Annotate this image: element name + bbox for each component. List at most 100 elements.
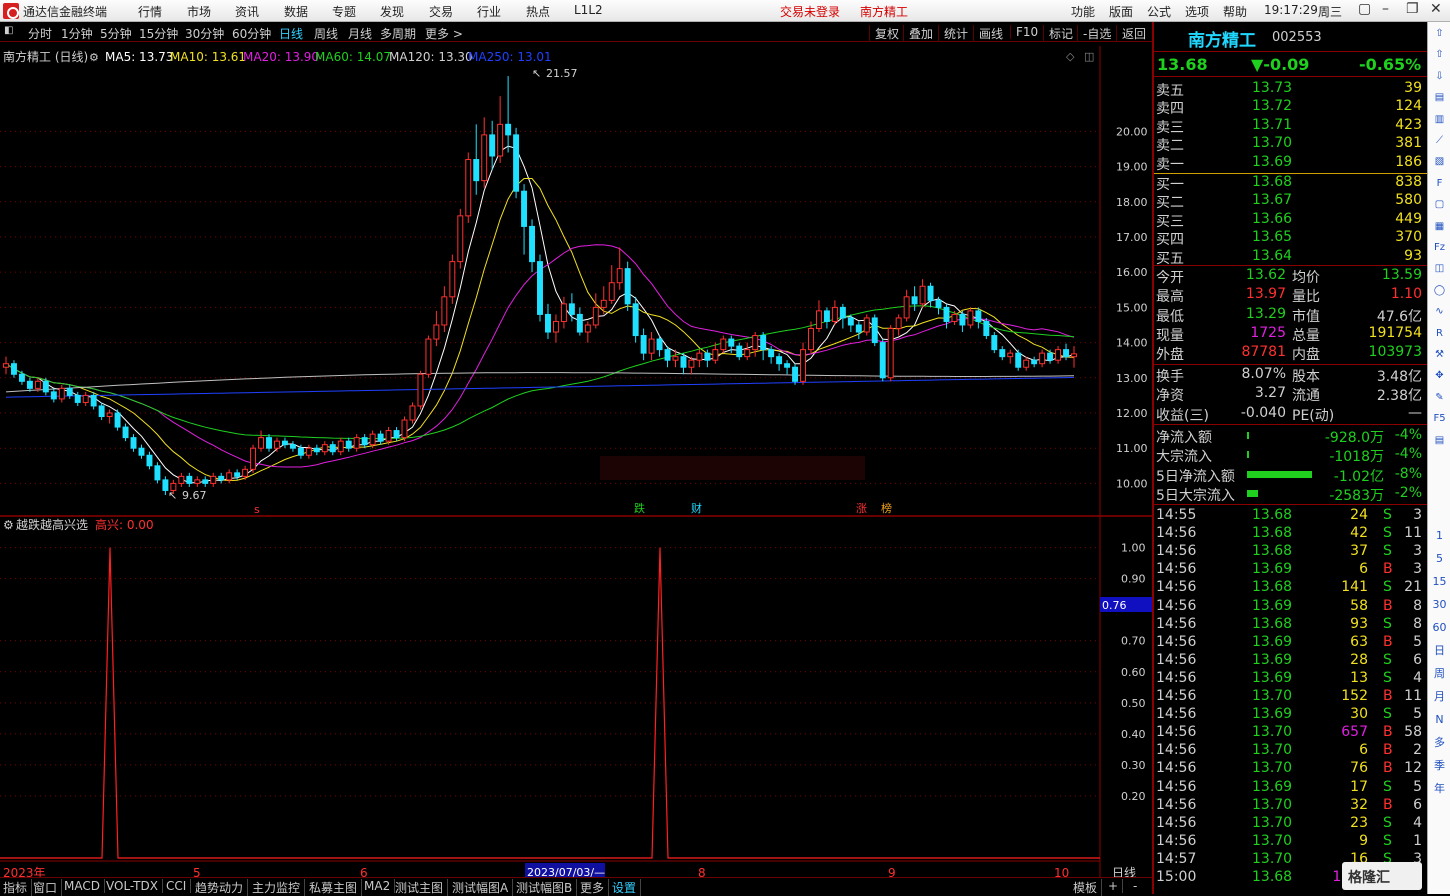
period-shortcut[interactable]: 30 (1432, 597, 1447, 612)
toolbar-button[interactable]: 画线 (973, 25, 1003, 42)
timeframe-tab[interactable]: 周线 (314, 25, 338, 42)
bottom-tab[interactable]: 测试幅图A (452, 879, 514, 896)
event-marker[interactable]: 涨 (856, 502, 867, 515)
pen-icon[interactable]: ✎ (1432, 390, 1447, 405)
bottom-tab[interactable]: 更多 (580, 879, 610, 896)
f10-icon[interactable]: F (1432, 176, 1447, 191)
move-icon[interactable]: ✥ (1432, 368, 1447, 383)
indicator-settings-icon[interactable]: ⚙ (3, 518, 14, 532)
orderbook-price[interactable]: 13.64 (1252, 248, 1292, 264)
compare-icon[interactable]: ▧ (1432, 154, 1447, 169)
login-status[interactable]: 交易未登录 (780, 3, 840, 20)
period-shortcut[interactable]: 多 (1432, 735, 1447, 750)
bottom-tab[interactable]: 窗口 (33, 879, 63, 896)
period-shortcut[interactable]: 月 (1432, 689, 1447, 704)
timeframe-tab[interactable]: 分时 (28, 25, 52, 42)
add-button[interactable]: + (1108, 879, 1124, 893)
event-marker[interactable]: 榜 (881, 501, 892, 515)
ma-icon[interactable]: ▤ (1432, 90, 1447, 105)
timeframe-tab[interactable]: 5分钟 (100, 25, 132, 42)
bottom-tab[interactable]: 趋势动力 (195, 879, 249, 896)
period-shortcut[interactable]: 15 (1432, 574, 1447, 589)
bottom-tab[interactable]: 主力监控 (252, 879, 306, 896)
menu-item[interactable]: 发现 (380, 3, 404, 20)
event-marker[interactable]: 跌 (634, 501, 645, 515)
menu-item-right[interactable]: 帮助 (1223, 3, 1247, 20)
list-icon[interactable]: ▤ (1432, 433, 1447, 448)
orderbook-price[interactable]: 13.71 (1252, 117, 1292, 133)
orderbook-price[interactable]: 13.72 (1252, 98, 1292, 114)
timeframe-tab-active[interactable]: 日线 (279, 25, 303, 42)
menu-item[interactable]: 专题 (332, 3, 356, 20)
toolbar-button[interactable]: -自选 (1077, 25, 1111, 42)
bottom-tab[interactable]: VOL-TDX (106, 879, 163, 893)
wave-icon[interactable]: ∿ (1432, 304, 1447, 319)
bottom-tab[interactable]: 指标 (3, 879, 33, 896)
circle-icon[interactable]: ◯ (1432, 283, 1447, 298)
template-button[interactable]: 模板 (1073, 879, 1103, 896)
period-shortcut[interactable]: 周 (1432, 666, 1447, 681)
toolbar-button[interactable]: F10 (1010, 25, 1038, 39)
bottom-tab[interactable]: 测试幅图B (516, 879, 578, 896)
info-icon[interactable]: ▢ (1432, 197, 1447, 212)
period-shortcut[interactable]: 年 (1432, 781, 1447, 796)
orderbook-price[interactable]: 13.66 (1252, 211, 1292, 227)
kline-chart[interactable]: 20.00 19.00 18.00 17.00 16.00 15.00 14.00 13.00… (0, 43, 1152, 883)
panel-icon[interactable]: ◫ (1432, 261, 1447, 276)
window-icon[interactable]: ▢ (1358, 1, 1371, 17)
toolbar-button[interactable]: 复权 (869, 25, 899, 42)
panel-toggle-icon[interactable]: ◧ (4, 25, 13, 36)
chart-diamond-icon[interactable]: ◇ (1066, 50, 1075, 63)
toolbar-button[interactable]: 返回 (1116, 25, 1146, 42)
period-shortcut[interactable]: 60 (1432, 620, 1447, 635)
bottom-tab[interactable]: 私募主图 (309, 879, 363, 896)
timeframe-tab[interactable]: 60分钟 (232, 25, 271, 42)
grid-icon[interactable]: ▥ (1432, 112, 1447, 127)
orderbook-price[interactable]: 13.69 (1252, 154, 1292, 170)
ma-settings-icon[interactable]: ⚙ (89, 51, 99, 64)
fiz-icon[interactable]: Fz (1432, 240, 1447, 255)
toolbar-button[interactable]: 叠加 (903, 25, 933, 42)
timeframe-tab[interactable]: 30分钟 (185, 25, 224, 42)
menu-item-right[interactable]: 公式 (1147, 3, 1171, 20)
chart-expand-icon[interactable]: ◫ (1084, 50, 1094, 63)
menu-item[interactable]: L1L2 (574, 3, 603, 17)
timeframe-tab[interactable]: 1分钟 (61, 25, 93, 42)
menu-item-right[interactable]: 版面 (1109, 3, 1133, 20)
timeframe-tab[interactable]: 15分钟 (139, 25, 178, 42)
menu-item[interactable]: 市场 (187, 3, 211, 20)
menu-item[interactable]: 行情 (138, 3, 162, 20)
orderbook-price[interactable]: 13.73 (1252, 80, 1292, 96)
menu-item[interactable]: 交易 (429, 3, 453, 20)
event-marker[interactable]: 财 (691, 501, 702, 515)
down-icon[interactable]: ⇩ (1432, 69, 1447, 84)
period-shortcut[interactable]: N (1432, 712, 1447, 727)
period-shortcut[interactable]: 5 (1432, 551, 1447, 566)
timeframe-tab[interactable]: 月线 (348, 25, 372, 42)
bottom-tab-active[interactable]: 设置 (612, 879, 642, 896)
toolbar-button[interactable]: 标记 (1043, 25, 1073, 42)
bottom-tab[interactable]: 测试主图 (395, 879, 449, 896)
close-icon[interactable]: ✕ (1430, 1, 1442, 17)
period-shortcut[interactable]: 1 (1432, 528, 1447, 543)
line-icon[interactable]: ⟋ (1432, 133, 1447, 148)
menu-item[interactable]: 数据 (284, 3, 308, 20)
orderbook-price[interactable]: 13.68 (1252, 174, 1292, 190)
rsi-icon[interactable]: R (1432, 326, 1447, 341)
period-shortcut[interactable]: 日 (1432, 643, 1447, 658)
orderbook-price[interactable]: 13.70 (1252, 135, 1292, 151)
restore-icon[interactable]: ❐ (1406, 1, 1419, 17)
bottom-tab[interactable]: MA2 (364, 879, 396, 893)
menu-item-right[interactable]: 功能 (1071, 3, 1095, 20)
remove-button[interactable]: - (1133, 879, 1141, 893)
f5-icon[interactable]: F5 (1432, 411, 1447, 426)
menu-item-right[interactable]: 选项 (1185, 3, 1209, 20)
up-icon[interactable]: ⇧ (1432, 47, 1447, 62)
tool-icon[interactable]: ⚒ (1432, 347, 1447, 362)
menu-item[interactable]: 热点 (526, 3, 550, 20)
up-icon[interactable]: ⇧ (1432, 26, 1447, 41)
menu-item[interactable]: 资讯 (235, 3, 259, 20)
timeframe-tab[interactable]: 多周期 (380, 25, 416, 42)
bars-icon[interactable]: ▦ (1432, 219, 1447, 234)
bottom-tab[interactable]: CCI (166, 879, 192, 893)
